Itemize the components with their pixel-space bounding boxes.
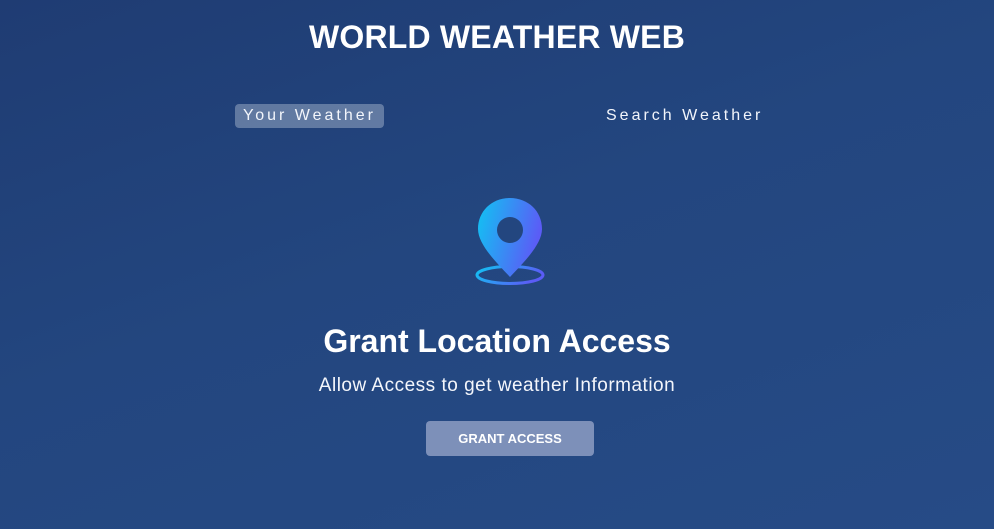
app-title: WORLD WEATHER WEB: [308, 19, 686, 55]
location-pin-icon: [475, 198, 545, 285]
tab-your-weather[interactable]: Your Weather: [235, 104, 384, 128]
tab-search-weather[interactable]: Search Weather: [598, 104, 771, 128]
grant-access-subtitle: Allow Access to get weather Information: [318, 375, 676, 396]
grant-access-button[interactable]: GRANT ACCESS: [426, 421, 594, 456]
grant-access-title: Grant Location Access: [323, 323, 671, 359]
